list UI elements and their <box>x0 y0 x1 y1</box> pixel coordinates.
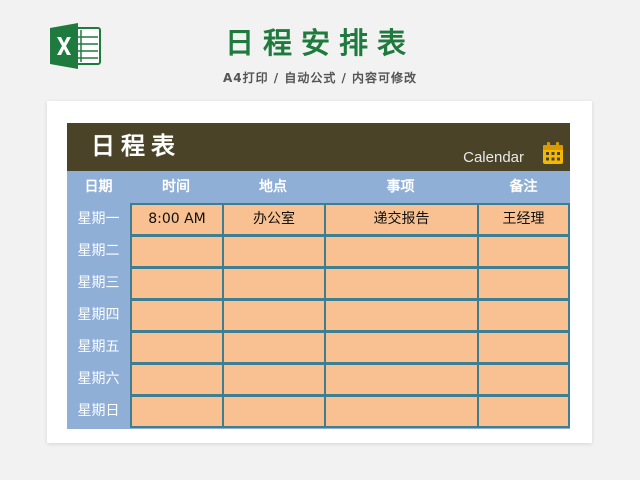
day-label: 星期四 <box>77 307 120 323</box>
note-cell[interactable] <box>477 331 570 364</box>
note-cell[interactable] <box>477 235 570 268</box>
note-cell[interactable] <box>477 395 570 428</box>
day-label: 星期五 <box>77 339 120 355</box>
location-cell[interactable] <box>222 267 326 300</box>
page-subtitle: A4打印 / 自动公式 / 内容可修改 <box>222 71 418 85</box>
sheet-title: 日程表 <box>91 132 181 160</box>
time-cell[interactable] <box>130 395 224 428</box>
location-cell[interactable] <box>222 363 326 396</box>
note-cell[interactable] <box>477 299 570 332</box>
schedule-table: 日期 时间 地点 事项 备注 星期一 8:00 AM 办公室 递交报告 王经理 … <box>67 171 570 429</box>
column-header-date: 日期 <box>84 179 113 195</box>
item-cell[interactable] <box>324 235 479 268</box>
calendar-icon <box>543 142 563 164</box>
day-label: 星期三 <box>77 275 120 291</box>
column-header-location: 地点 <box>259 179 287 195</box>
sheet-header: 日程表 Calendar <box>67 123 570 171</box>
schedule-card: 日程表 Calendar 日期 时间 地点 事项 备注 星期一 8:00 AM … <box>47 101 592 443</box>
note-cell[interactable]: 王经理 <box>477 203 570 236</box>
location-cell[interactable] <box>222 395 326 428</box>
time-cell[interactable] <box>130 299 224 332</box>
page-title: 日程安排表 <box>224 26 415 60</box>
item-cell[interactable] <box>324 363 479 396</box>
calendar-label: Calendar <box>463 149 524 166</box>
item-cell[interactable] <box>324 267 479 300</box>
time-cell[interactable] <box>130 331 224 364</box>
location-cell[interactable] <box>222 331 326 364</box>
day-label: 星期日 <box>77 403 120 419</box>
column-header-item: 事项 <box>386 179 415 195</box>
time-cell[interactable] <box>130 363 224 396</box>
location-cell[interactable] <box>222 235 326 268</box>
column-header-note: 备注 <box>509 179 538 195</box>
location-cell[interactable]: 办公室 <box>222 203 326 236</box>
day-label: 星期六 <box>77 371 120 387</box>
note-cell[interactable] <box>477 363 570 396</box>
day-label: 星期二 <box>77 243 120 259</box>
time-cell[interactable] <box>130 267 224 300</box>
item-cell[interactable] <box>324 331 479 364</box>
item-cell[interactable] <box>324 299 479 332</box>
column-header-time: 时间 <box>162 179 190 195</box>
time-cell[interactable] <box>130 235 224 268</box>
time-cell[interactable]: 8:00 AM <box>130 203 224 236</box>
note-cell[interactable] <box>477 267 570 300</box>
day-label: 星期一 <box>77 211 120 227</box>
item-cell[interactable] <box>324 395 479 428</box>
item-cell[interactable]: 递交报告 <box>324 203 479 236</box>
location-cell[interactable] <box>222 299 326 332</box>
